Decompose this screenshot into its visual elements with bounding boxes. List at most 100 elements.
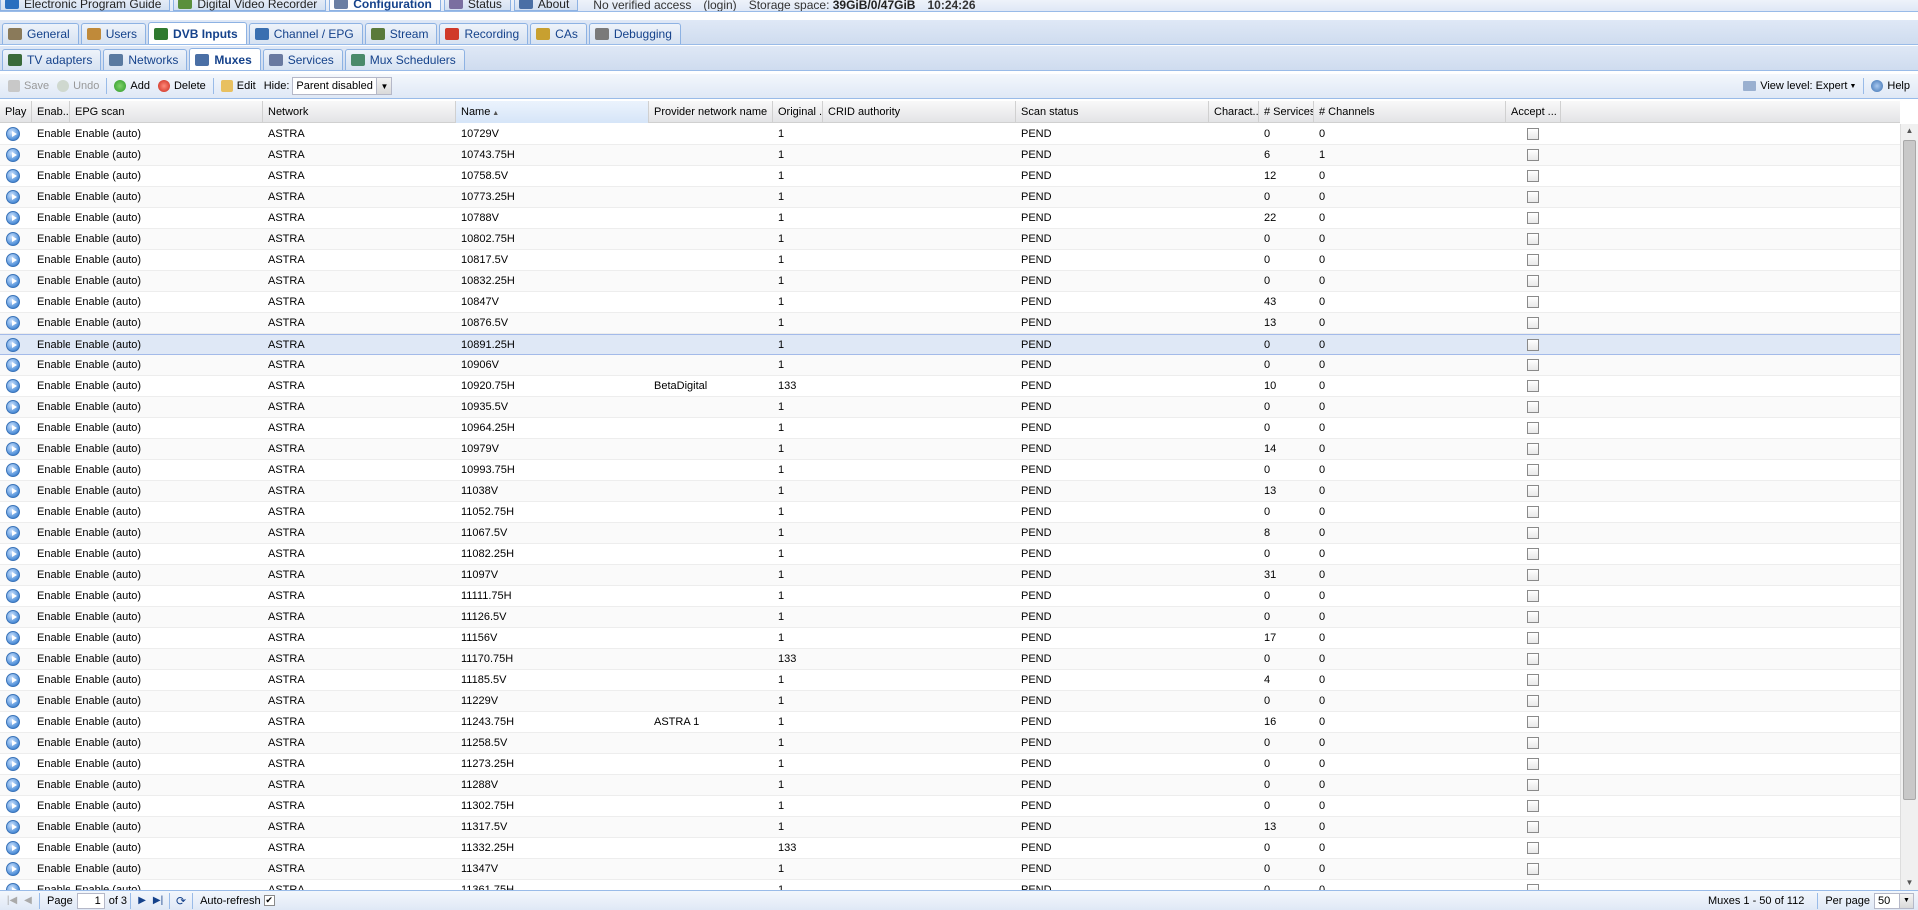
accept-checkbox[interactable] — [1527, 317, 1539, 329]
tab-dvb-inputs[interactable]: DVB Inputs — [148, 22, 247, 44]
accept-checkbox[interactable] — [1527, 716, 1539, 728]
scroll-up-icon[interactable]: ▲ — [1901, 124, 1918, 138]
play-icon[interactable] — [6, 379, 20, 393]
add-button[interactable]: Add — [110, 76, 154, 96]
play-icon[interactable] — [6, 694, 20, 708]
play-icon[interactable] — [6, 799, 20, 813]
accept-checkbox[interactable] — [1527, 296, 1539, 308]
table-row[interactable]: Enable Enable (auto) ASTRA 11111.75H 1 PEND 0 0 — [0, 586, 1900, 607]
play-icon[interactable] — [6, 400, 20, 414]
accept-checkbox[interactable] — [1527, 401, 1539, 413]
accept-checkbox[interactable] — [1527, 527, 1539, 539]
accept-checkbox[interactable] — [1527, 485, 1539, 497]
play-icon[interactable] — [6, 232, 20, 246]
column-header-network[interactable]: Network — [263, 101, 456, 123]
column-header-provider-network-name[interactable]: Provider network name — [649, 101, 773, 123]
play-icon[interactable] — [6, 673, 20, 687]
play-icon[interactable] — [6, 778, 20, 792]
table-row[interactable]: Enable Enable (auto) ASTRA 11243.75H ASTRA 1… — [0, 712, 1900, 733]
accept-checkbox[interactable] — [1527, 359, 1539, 371]
play-icon[interactable] — [6, 736, 20, 750]
accept-checkbox[interactable] — [1527, 611, 1539, 623]
accept-checkbox[interactable] — [1527, 275, 1539, 287]
accept-checkbox[interactable] — [1527, 149, 1539, 161]
table-row[interactable]: Enable Enable (auto) ASTRA 10920.75H BetaDig… — [0, 376, 1900, 397]
play-icon[interactable] — [6, 442, 20, 456]
table-row[interactable]: Enable Enable (auto) ASTRA 11126.5V 1 PEND 0 0 — [0, 607, 1900, 628]
hide-filter-select[interactable]: Parent disabled ▼ — [292, 77, 393, 95]
play-icon[interactable] — [6, 526, 20, 540]
table-row[interactable]: Enable Enable (auto) ASTRA 11347V 1 PEND 0 0 — [0, 859, 1900, 880]
tab-debugging[interactable]: Debugging — [588, 23, 681, 44]
play-icon[interactable] — [6, 295, 20, 309]
tab-services[interactable]: Services — [262, 49, 343, 70]
play-icon[interactable] — [6, 316, 20, 330]
play-icon[interactable] — [6, 484, 20, 498]
play-icon[interactable] — [6, 883, 20, 890]
tab-users[interactable]: Users — [80, 23, 147, 44]
table-row[interactable]: Enable Enable (auto) ASTRA 10773.25H 1 PEND 0 0 — [0, 187, 1900, 208]
accept-checkbox[interactable] — [1527, 128, 1539, 140]
play-icon[interactable] — [6, 463, 20, 477]
table-row[interactable]: Enable Enable (auto) ASTRA 10729V 1 PEND 0 0 — [0, 124, 1900, 145]
table-row[interactable]: Enable Enable (auto) ASTRA 10802.75H 1 PEND 0 0 — [0, 229, 1900, 250]
column-header-original[interactable]: Original ... — [773, 101, 823, 123]
play-icon[interactable] — [6, 505, 20, 519]
table-row[interactable]: Enable Enable (auto) ASTRA 11156V 1 PEND 17 0 — [0, 628, 1900, 649]
table-row[interactable]: Enable Enable (auto) ASTRA 11361.75H 1 PEND 0 0 — [0, 880, 1900, 890]
last-page-icon[interactable]: ▶| — [150, 893, 166, 909]
table-row[interactable]: Enable Enable (auto) ASTRA 10906V 1 PEND 0 0 — [0, 355, 1900, 376]
table-row[interactable]: Enable Enable (auto) ASTRA 10817.5V 1 PEND 0 0 — [0, 250, 1900, 271]
accept-checkbox[interactable] — [1527, 821, 1539, 833]
table-row[interactable]: Enable Enable (auto) ASTRA 11097V 1 PEND 31 0 — [0, 565, 1900, 586]
accept-checkbox[interactable] — [1527, 380, 1539, 392]
accept-checkbox[interactable] — [1527, 443, 1539, 455]
accept-checkbox[interactable] — [1527, 464, 1539, 476]
save-button[interactable]: Save — [4, 76, 53, 96]
accept-checkbox[interactable] — [1527, 695, 1539, 707]
table-row[interactable]: Enable Enable (auto) ASTRA 11273.25H 1 PEND 0 0 — [0, 754, 1900, 775]
accept-checkbox[interactable] — [1527, 506, 1539, 518]
table-row[interactable]: Enable Enable (auto) ASTRA 10788V 1 PEND 22 0 — [0, 208, 1900, 229]
play-icon[interactable] — [6, 190, 20, 204]
play-icon[interactable] — [6, 715, 20, 729]
accept-checkbox[interactable] — [1527, 170, 1539, 182]
auto-refresh-checkbox[interactable]: ✔ — [263, 895, 275, 906]
accept-checkbox[interactable] — [1527, 548, 1539, 560]
play-icon[interactable] — [6, 338, 20, 352]
table-row[interactable]: Enable Enable (auto) ASTRA 10743.75H 1 PEND 6 1 — [0, 145, 1900, 166]
edit-button[interactable]: Edit — [217, 76, 260, 96]
page-number-input[interactable]: 1 — [76, 892, 105, 909]
table-row[interactable]: Enable Enable (auto) ASTRA 11258.5V 1 PEND 0 0 — [0, 733, 1900, 754]
play-icon[interactable] — [6, 631, 20, 645]
accept-checkbox[interactable] — [1527, 758, 1539, 770]
table-row[interactable]: Enable Enable (auto) ASTRA 11288V 1 PEND 0 0 — [0, 775, 1900, 796]
table-row[interactable]: Enable Enable (auto) ASTRA 10758.5V 1 PEND 12 0 — [0, 166, 1900, 187]
tab-networks[interactable]: Networks — [103, 49, 188, 70]
table-row[interactable]: Enable Enable (auto) ASTRA 11038V 1 PEND 13 0 — [0, 481, 1900, 502]
play-icon[interactable] — [6, 127, 20, 141]
accept-checkbox[interactable] — [1527, 422, 1539, 434]
column-header-enab[interactable]: Enab... — [32, 101, 70, 123]
tab-mux-schedulers[interactable]: Mux Schedulers — [344, 49, 465, 70]
tab-muxes[interactable]: Muxes — [189, 48, 261, 70]
tab-channel-epg[interactable]: Channel / EPG — [248, 23, 363, 44]
play-icon[interactable] — [6, 211, 20, 225]
play-icon[interactable] — [6, 274, 20, 288]
play-icon[interactable] — [6, 841, 20, 855]
column-header-charact[interactable]: Charact... — [1209, 101, 1259, 123]
accept-checkbox[interactable] — [1527, 800, 1539, 812]
column-header-play[interactable]: Play — [0, 101, 32, 123]
first-page-icon[interactable]: |◀ — [4, 893, 20, 909]
table-row[interactable]: Enable Enable (auto) ASTRA 10847V 1 PEND 43 0 — [0, 292, 1900, 313]
tab-general[interactable]: General — [2, 23, 79, 44]
accept-checkbox[interactable] — [1527, 569, 1539, 581]
table-row[interactable]: Enable Enable (auto) ASTRA 11332.25H 133 PEND… — [0, 838, 1900, 859]
play-icon[interactable] — [6, 253, 20, 267]
play-icon[interactable] — [6, 757, 20, 771]
play-icon[interactable] — [6, 169, 20, 183]
scroll-down-icon[interactable]: ▼ — [1901, 876, 1918, 890]
column-header-scan-status[interactable]: Scan status — [1016, 101, 1209, 123]
play-icon[interactable] — [6, 148, 20, 162]
accept-checkbox[interactable] — [1527, 212, 1539, 224]
